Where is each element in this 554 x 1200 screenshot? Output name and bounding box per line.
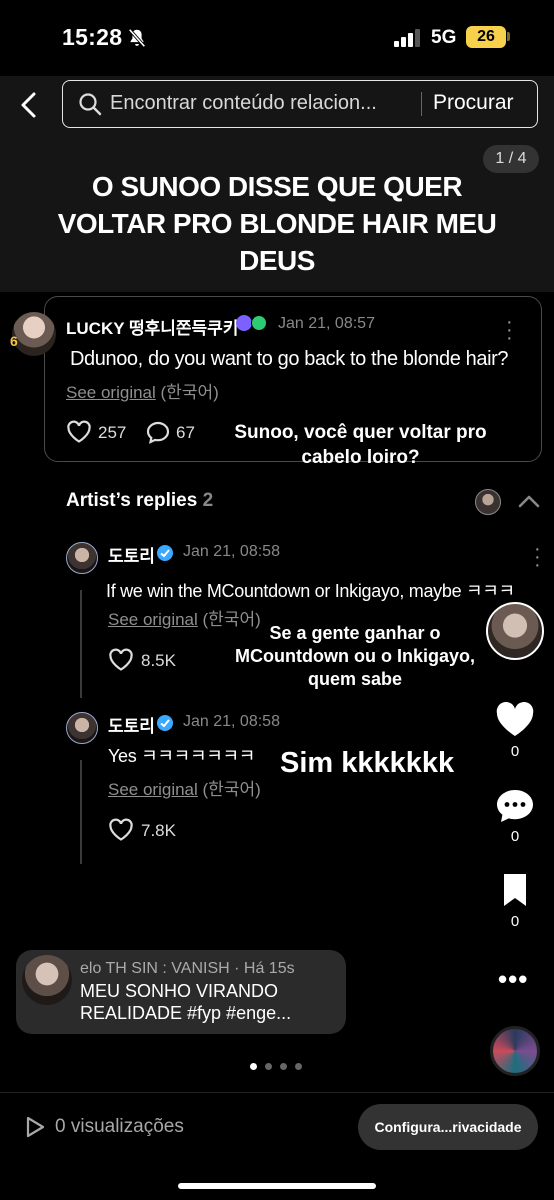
bottom-divider bbox=[0, 1092, 554, 1093]
fan-like-count: 257 bbox=[98, 423, 127, 442]
like-icon[interactable] bbox=[495, 702, 535, 738]
network-type: 5G bbox=[431, 27, 457, 48]
bell-off-icon bbox=[128, 28, 146, 48]
music-disc-icon[interactable] bbox=[490, 1026, 540, 1076]
battery-icon: 26 bbox=[466, 26, 506, 48]
fan-username[interactable]: LUCKY 떵후니쫀득쿠키 bbox=[66, 314, 238, 339]
artist-replies-count: 2 bbox=[202, 490, 214, 511]
bookmark-icon[interactable] bbox=[495, 872, 535, 908]
verified-icon bbox=[157, 545, 173, 561]
search-icon bbox=[79, 93, 102, 116]
creator-avatar[interactable] bbox=[486, 602, 544, 660]
overlay-title: O SUNOO DISSE QUE QUER VOLTAR PRO BLONDE… bbox=[57, 171, 497, 276]
translation-caption-1: Sunoo, você quer voltar pro cabelo loiro… bbox=[234, 422, 487, 468]
pagination-dot bbox=[280, 1063, 287, 1070]
heart-icon[interactable] bbox=[108, 648, 134, 672]
reply-text: Yes ㅋㅋㅋㅋㅋㅋㅋ bbox=[108, 746, 255, 766]
fan-see-original[interactable]: See original (한국어) bbox=[66, 378, 219, 403]
translation-caption-3: Sim kkkkkkk bbox=[280, 747, 455, 779]
back-icon[interactable] bbox=[16, 90, 42, 120]
search-divider bbox=[421, 92, 422, 116]
comment-count: 0 bbox=[510, 828, 520, 845]
pagination-dots bbox=[250, 1063, 302, 1070]
translation-caption-2: Se a gente ganhar o MCountdown ou o Inki… bbox=[235, 623, 475, 689]
home-indicator[interactable] bbox=[178, 1183, 376, 1189]
comment-text: MEU SONHO VIRANDO REALIDADE #fyp #enge..… bbox=[80, 981, 292, 1023]
like-count: 0 bbox=[510, 743, 520, 760]
commenter-name: elo TH SIN : VANISH · Há 15s bbox=[80, 960, 295, 977]
fan-post-time: Jan 21, 08:57 bbox=[278, 315, 375, 332]
original-language: (한국어) bbox=[202, 780, 261, 799]
fan-post-more-icon[interactable]: · · · bbox=[506, 312, 513, 348]
status-time: 15:28 bbox=[62, 24, 123, 50]
verified-icon bbox=[157, 715, 173, 731]
original-language: (한국어) bbox=[160, 383, 219, 402]
chevron-up-icon[interactable] bbox=[517, 490, 541, 514]
commenter-avatar bbox=[22, 955, 72, 1005]
signal-icon bbox=[394, 29, 420, 47]
heart-icon[interactable] bbox=[66, 420, 92, 444]
artist-name[interactable]: 도토리 bbox=[108, 712, 155, 737]
reply-like-count: 8.5K bbox=[141, 651, 176, 670]
fan-comment-count: 67 bbox=[176, 423, 195, 442]
artist-replies-title: Artist’s replies 2 bbox=[66, 490, 213, 512]
save-count: 0 bbox=[510, 913, 520, 930]
reply-text: If we win the MCountdown or Inkigayo, ma… bbox=[106, 581, 515, 601]
fan-badge-icon-1 bbox=[236, 315, 252, 331]
see-original-link[interactable]: See original bbox=[108, 610, 198, 629]
search-button[interactable]: Procurar bbox=[433, 91, 514, 115]
artist-avatar[interactable] bbox=[66, 542, 98, 574]
artist-name[interactable]: 도토리 bbox=[108, 542, 155, 567]
replies-artist-avatar bbox=[475, 489, 501, 515]
fan-level-badge: 6 bbox=[10, 333, 18, 349]
reply-time: Jan 21, 08:58 bbox=[183, 543, 280, 560]
reply-see-original[interactable]: See original (한국어) bbox=[108, 775, 261, 800]
reply-more-icon[interactable]: · · · bbox=[534, 539, 541, 575]
search-input[interactable]: Encontrar conteúdo relacion... bbox=[110, 92, 410, 115]
thread-line bbox=[80, 590, 82, 698]
reply-like-count: 7.8K bbox=[141, 821, 176, 840]
see-original-link[interactable]: See original bbox=[108, 780, 198, 799]
fan-post-text: Ddunoo, do you want to go back to the bl… bbox=[70, 348, 509, 370]
pagination-dot bbox=[295, 1063, 302, 1070]
see-original-link[interactable]: See original bbox=[66, 383, 156, 402]
heart-icon[interactable] bbox=[108, 818, 134, 842]
thread-line bbox=[80, 760, 82, 864]
comments-icon[interactable] bbox=[495, 788, 535, 824]
reply-time: Jan 21, 08:58 bbox=[183, 713, 280, 730]
pagination-dot bbox=[250, 1063, 257, 1070]
artist-replies-label: Artist’s replies bbox=[66, 490, 198, 511]
battery-tip bbox=[507, 32, 510, 41]
fan-avatar[interactable] bbox=[12, 312, 56, 356]
pagination-dot bbox=[265, 1063, 272, 1070]
fan-badge-icon-2 bbox=[251, 315, 267, 331]
play-icon bbox=[26, 1116, 45, 1138]
privacy-settings-button[interactable]: Configura...rivacidade bbox=[358, 1104, 538, 1150]
artist-avatar[interactable] bbox=[66, 712, 98, 744]
view-count: 0 visualizações bbox=[55, 1116, 184, 1137]
more-horizontal-icon[interactable]: ••• bbox=[498, 964, 528, 995]
comment-icon[interactable] bbox=[145, 420, 171, 444]
